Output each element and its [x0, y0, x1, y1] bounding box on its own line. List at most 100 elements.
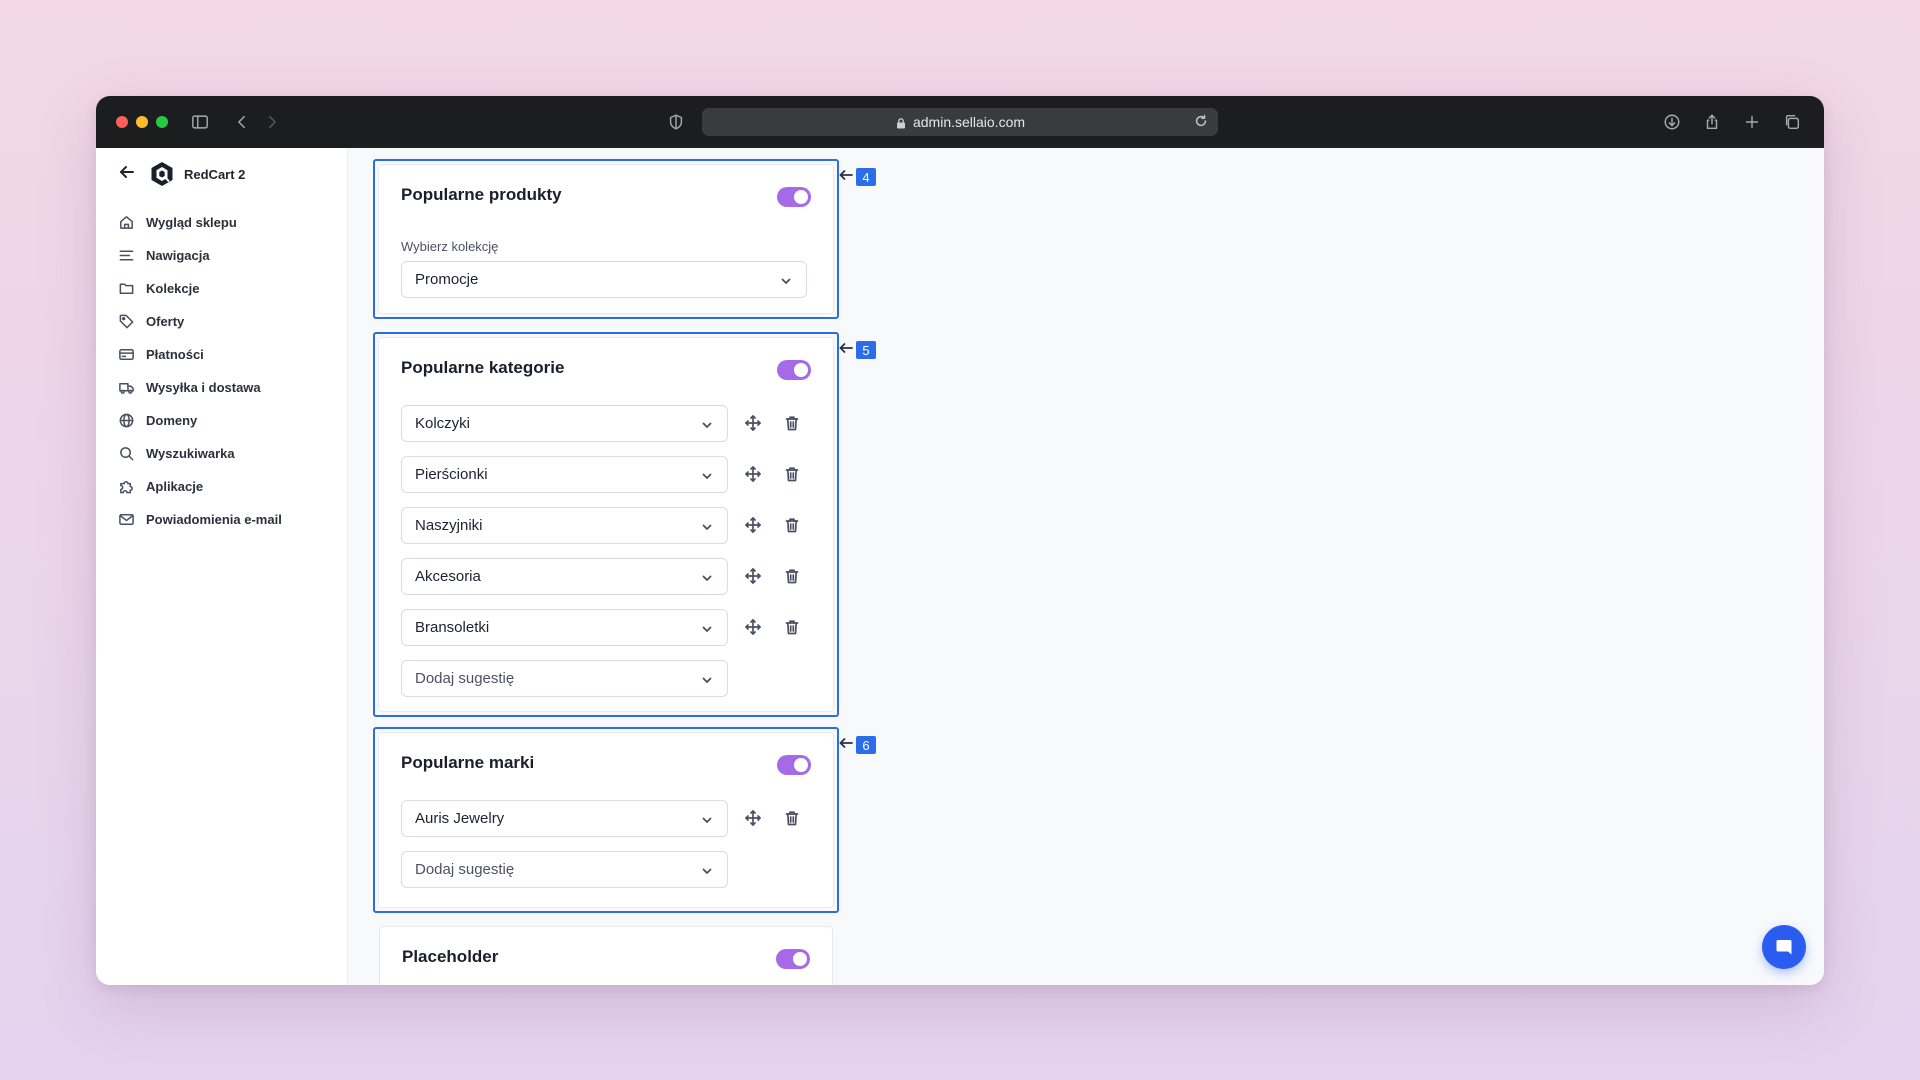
folder-icon [116, 279, 136, 299]
add-brand-suggestion-select[interactable]: Dodaj sugestię [401, 851, 728, 888]
drag-handle-icon[interactable] [743, 515, 763, 535]
annotation-badge: 6 [856, 736, 876, 754]
close-window-button[interactable] [116, 116, 128, 128]
section-popular-categories: Popularne kategorie Kolczyki Pierścionki… [378, 337, 834, 712]
annotation-badge: 4 [856, 168, 876, 186]
sidebar: RedCart 2 Wygląd sklepu Nawigacja Kolekc… [96, 148, 348, 985]
sidebar-item-label: Oferty [146, 314, 185, 329]
chevron-down-icon [701, 418, 713, 430]
arrow-left-icon [838, 167, 854, 188]
chevron-down-icon [701, 673, 713, 685]
trash-icon[interactable] [782, 566, 802, 586]
sidebar-toggle-icon[interactable] [190, 112, 210, 132]
section-title: Placeholder [402, 947, 499, 966]
collection-select-value: Promocje [415, 271, 479, 288]
tag-icon [116, 312, 136, 332]
chevron-down-icon [780, 274, 792, 286]
section-popular-brands: Popularne marki Auris Jewelry Dodaj suge… [378, 732, 834, 908]
sidebar-item-label: Wygląd sklepu [146, 215, 237, 230]
add-suggestion-placeholder: Dodaj sugestię [415, 861, 515, 878]
category-select[interactable]: Pierścionki [401, 456, 728, 493]
trash-icon[interactable] [782, 464, 802, 484]
mail-icon [116, 510, 136, 530]
sidebar-item-apps[interactable]: Aplikacje [116, 470, 336, 503]
chat-bubble-icon [1776, 940, 1792, 955]
section-placeholder: Placeholder [379, 926, 833, 985]
annotation-marker-6: 6 [838, 735, 876, 755]
section-enabled-toggle[interactable] [777, 187, 811, 207]
shop-logo-icon [148, 160, 176, 188]
forward-icon[interactable] [262, 112, 282, 132]
sidebar-item-label: Nawigacja [146, 248, 210, 263]
download-icon[interactable] [1662, 112, 1682, 132]
address-bar[interactable]: admin.sellaio.com [702, 108, 1218, 136]
annotation-badge: 5 [856, 341, 876, 359]
sidebar-item-label: Płatności [146, 347, 204, 362]
category-select[interactable]: Naszyjniki [401, 507, 728, 544]
category-select[interactable]: Bransoletki [401, 609, 728, 646]
sidebar-item-offers[interactable]: Oferty [116, 305, 336, 338]
new-tab-icon[interactable] [1742, 112, 1762, 132]
sidebar-item-appearance[interactable]: Wygląd sklepu [116, 206, 336, 239]
sidebar-item-shipping[interactable]: Wysyłka i dostawa [116, 371, 336, 404]
chevron-down-icon [701, 622, 713, 634]
category-select[interactable]: Kolczyki [401, 405, 728, 442]
lock-icon [895, 116, 907, 129]
tabs-overview-icon[interactable] [1782, 112, 1802, 132]
puzzle-icon [116, 477, 136, 497]
browser-window: admin.sellaio.com RedCart 2 Wygląd sklep… [96, 96, 1824, 985]
chevron-down-icon [701, 469, 713, 481]
drag-handle-icon[interactable] [743, 617, 763, 637]
reload-icon[interactable] [1194, 114, 1210, 130]
chevron-down-icon [701, 864, 713, 876]
trash-icon[interactable] [782, 413, 802, 433]
sidebar-item-label: Powiadomienia e-mail [146, 512, 282, 527]
section-title: Popularne kategorie [401, 358, 565, 377]
trash-icon[interactable] [782, 515, 802, 535]
minimize-window-button[interactable] [136, 116, 148, 128]
sidebar-header: RedCart 2 [118, 158, 245, 190]
section-enabled-toggle[interactable] [776, 949, 810, 969]
sidebar-item-label: Wysyłka i dostawa [146, 380, 261, 395]
window-controls [116, 116, 168, 128]
shop-name: RedCart 2 [184, 166, 246, 182]
sidebar-item-search[interactable]: Wyszukiwarka [116, 437, 336, 470]
category-select-value: Pierścionki [415, 466, 488, 483]
sidebar-item-label: Aplikacje [146, 479, 204, 494]
section-enabled-toggle[interactable] [777, 360, 811, 380]
drag-handle-icon[interactable] [743, 566, 763, 586]
category-select-value: Akcesoria [415, 568, 481, 585]
add-category-suggestion-select[interactable]: Dodaj sugestię [401, 660, 728, 697]
arrow-left-icon[interactable] [118, 163, 136, 186]
section-enabled-toggle[interactable] [777, 755, 811, 775]
sidebar-item-email-notifications[interactable]: Powiadomienia e-mail [116, 503, 336, 536]
brand-select-value: Auris Jewelry [415, 810, 505, 827]
category-select[interactable]: Akcesoria [401, 558, 728, 595]
search-icon [116, 444, 136, 464]
sidebar-item-domains[interactable]: Domeny [116, 404, 336, 437]
privacy-shield-icon[interactable] [666, 112, 686, 132]
share-icon[interactable] [1702, 112, 1722, 132]
annotation-marker-5: 5 [838, 340, 876, 360]
back-icon[interactable] [232, 112, 252, 132]
sidebar-item-label: Domeny [146, 413, 198, 428]
section-title: Popularne produkty [401, 185, 562, 204]
sidebar-item-navigation[interactable]: Nawigacja [116, 239, 336, 272]
browser-toolbar: admin.sellaio.com [96, 96, 1824, 148]
menu-lines-icon [116, 246, 136, 266]
brand-select[interactable]: Auris Jewelry [401, 800, 728, 837]
drag-handle-icon[interactable] [743, 413, 763, 433]
sidebar-item-collections[interactable]: Kolekcje [116, 272, 336, 305]
globe-icon [116, 411, 136, 431]
trash-icon[interactable] [782, 617, 802, 637]
drag-handle-icon[interactable] [743, 808, 763, 828]
maximize-window-button[interactable] [156, 116, 168, 128]
drag-handle-icon[interactable] [743, 464, 763, 484]
collection-select[interactable]: Promocje [401, 261, 807, 298]
sidebar-item-payments[interactable]: Płatności [116, 338, 336, 371]
chat-support-button[interactable] [1762, 925, 1806, 969]
trash-icon[interactable] [782, 808, 802, 828]
url-text: admin.sellaio.com [912, 114, 1026, 130]
annotation-marker-4: 4 [838, 167, 876, 187]
chevron-down-icon [701, 571, 713, 583]
